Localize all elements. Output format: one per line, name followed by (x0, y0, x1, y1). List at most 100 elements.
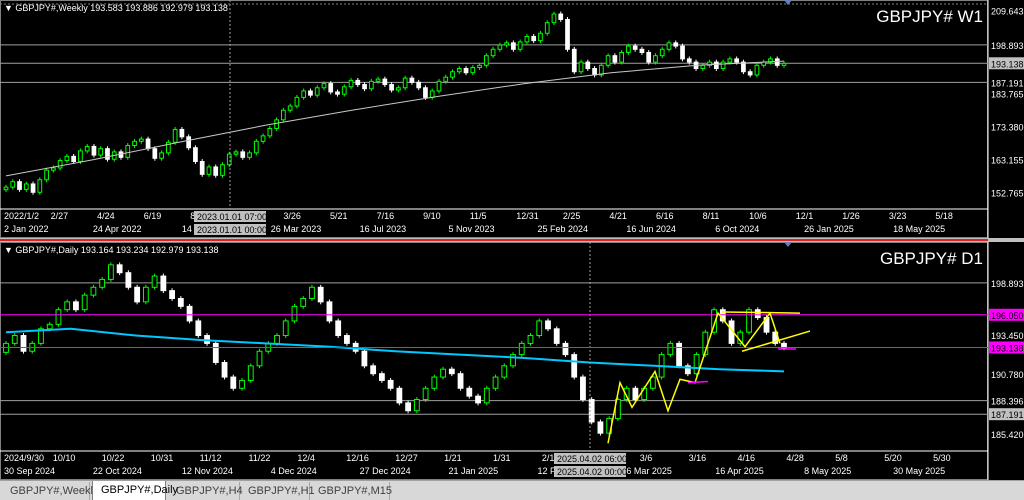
candle-body (44, 169, 49, 181)
crosshair-date-label: 2025.04.02 00:00 (557, 467, 627, 477)
weekly-chart-panel[interactable]: 209.643 198.893 193.138 187.191 183.765 173.3… (0, 0, 1024, 238)
candle-body (483, 387, 490, 404)
time-label-secondary: 22 Oct 2024 (93, 466, 142, 476)
price-label: 190.780 (991, 370, 1024, 380)
time-label-secondary: 25 Feb 2024 (537, 224, 588, 234)
candle-body (267, 127, 273, 137)
candle-body (37, 179, 43, 193)
candle-body (666, 42, 672, 50)
time-label: 12/1 (796, 211, 814, 221)
time-label-secondary: 6 Mar 2025 (626, 466, 672, 476)
tab-daily[interactable]: GBPJPY#,Daily (92, 481, 178, 500)
time-label-secondary: 30 May 2025 (893, 466, 945, 476)
candle-body (571, 354, 578, 378)
candle-body (565, 18, 570, 50)
candle-body (105, 148, 110, 160)
candle-body (213, 166, 219, 176)
crosshair-date-label: 2025.04.02 06:00 (557, 454, 627, 464)
candle-body (98, 148, 104, 156)
candle-body (355, 79, 361, 86)
candle-body (754, 309, 761, 319)
candle-body (247, 152, 252, 158)
candle-body (686, 58, 692, 63)
candle-body (91, 145, 97, 156)
weekly-chart-svg[interactable]: 209.643 198.893 193.138 187.191183.765 173.3… (0, 0, 1024, 238)
candle-body (326, 301, 333, 322)
candle-body (667, 342, 674, 356)
moving-average-line (5, 327, 785, 373)
candle-body (518, 342, 525, 356)
daily-chart-panel[interactable]: 198.893 193.138 190.780 188.396 187.191 185.4… (0, 242, 1024, 480)
candle-body (492, 376, 499, 389)
candle-body (81, 294, 88, 311)
candle-body (321, 83, 327, 89)
candle-body (341, 86, 347, 95)
candle-body (50, 167, 56, 171)
shift-marker-icon (784, 242, 792, 247)
candle-body (382, 78, 388, 86)
candle-body (551, 13, 557, 24)
candle-body (653, 55, 658, 63)
time-label: 12/16 (346, 453, 369, 463)
time-label: 2022/1/2 (4, 211, 39, 221)
plot-frame (0, 0, 988, 238)
candle-body (527, 335, 534, 344)
candle-body (580, 376, 586, 401)
candle-body (378, 373, 385, 381)
plot-frame (0, 242, 988, 480)
candle-body (497, 44, 503, 50)
candle-body (448, 368, 455, 375)
time-label-secondary: 16 Apr 2025 (715, 466, 764, 476)
candle-body (195, 320, 202, 337)
price-label: 185.420 (991, 430, 1024, 440)
magenta-level-label: 193.138 (991, 343, 1024, 353)
candle-body (233, 151, 239, 155)
time-label: 2/27 (51, 211, 69, 221)
candle-body (416, 81, 422, 89)
daily-chart-svg[interactable]: 198.893 193.138 190.780 188.396 187.191 185.4… (0, 242, 1024, 480)
candle-body (142, 286, 149, 303)
time-label-secondary: 30 Sep 2024 (4, 466, 55, 476)
time-label: 7/16 (377, 211, 395, 221)
candle-body (46, 323, 53, 330)
candle-body (274, 119, 279, 129)
candle-body (186, 305, 193, 322)
time-label-secondary: 16 Jul 2023 (360, 224, 407, 234)
tab-m15[interactable]: GBPJPY#,M15 (310, 482, 392, 500)
tab-weekly[interactable]: GBPJPY#,Weekly (2, 482, 98, 500)
candle-body (90, 286, 97, 296)
candle-body (562, 342, 569, 356)
candle-body (553, 328, 560, 344)
candle-body (646, 51, 652, 63)
candle-body (422, 387, 429, 400)
time-label: 5/20 (884, 453, 902, 463)
candle-body (368, 80, 374, 90)
candle-body (597, 421, 604, 434)
candle-body (57, 160, 63, 169)
candle-body (517, 41, 523, 50)
candle-body (632, 387, 639, 400)
candle-body (206, 166, 212, 175)
candle-body (700, 64, 706, 70)
candle-body (247, 365, 254, 381)
time-label-secondary: 18 May 2025 (893, 224, 945, 234)
time-label: 2/25 (563, 211, 581, 221)
price-label: 152.765 (991, 189, 1024, 199)
candle-body (253, 140, 259, 154)
time-label: 12/4 (297, 453, 315, 463)
candle-body (71, 155, 77, 163)
time-label: 2024/9/30 (4, 453, 44, 463)
tab-h1[interactable]: GBPJPY#,H1 (240, 482, 315, 500)
candle-body (239, 379, 245, 389)
tab-h4[interactable]: GBPJPY#,H4 (168, 482, 243, 500)
candle-body (423, 87, 428, 98)
price-label: 209.643 (991, 6, 1024, 16)
candle-body (64, 301, 71, 311)
time-label: 8/11 (703, 211, 720, 221)
candle-body (536, 320, 543, 337)
candle-body (314, 87, 320, 96)
candle-body (199, 161, 205, 175)
candle-body (220, 164, 225, 176)
candle-body (592, 68, 597, 76)
candle-body (639, 48, 645, 53)
